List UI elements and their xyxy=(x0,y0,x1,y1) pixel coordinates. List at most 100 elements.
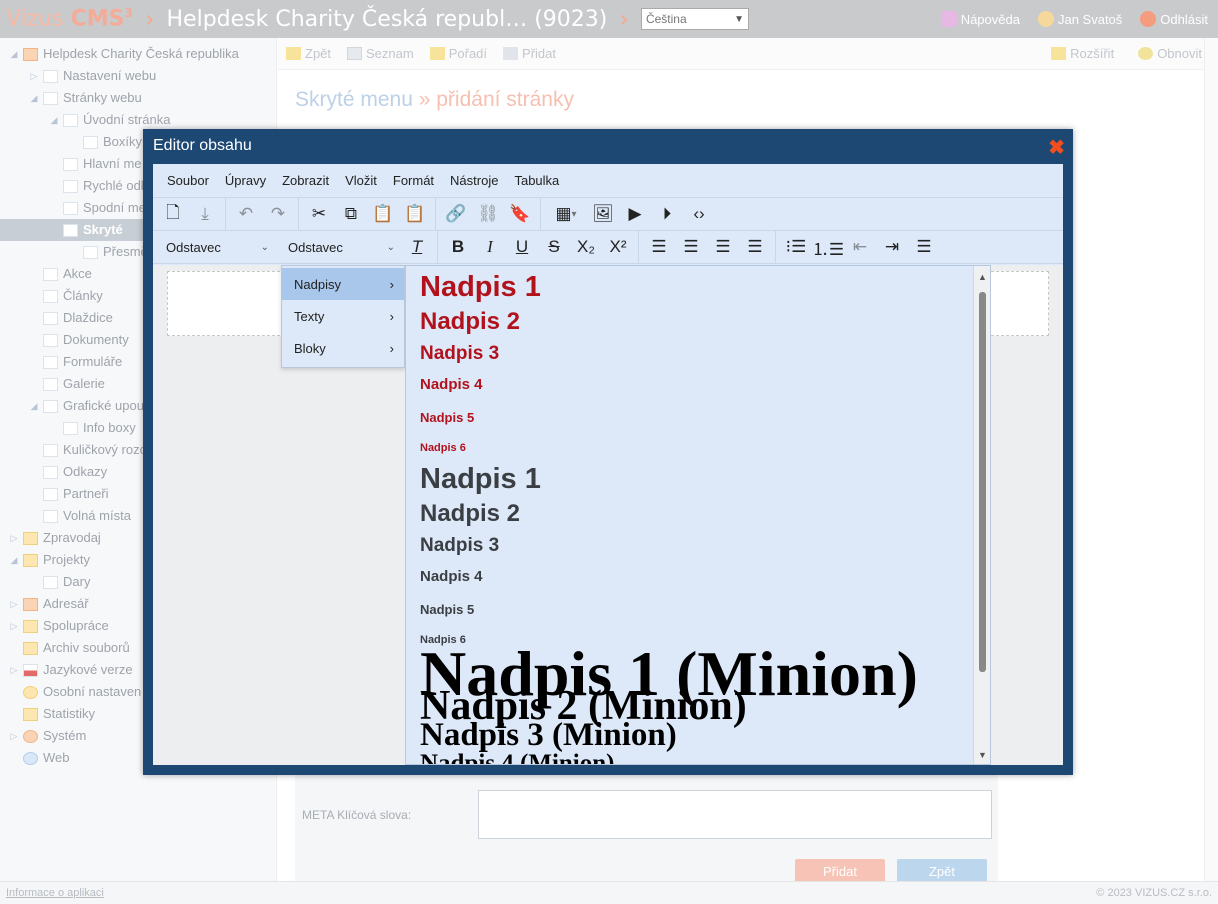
superscript-icon[interactable]: X² xyxy=(602,231,634,264)
bookmark-icon[interactable]: 🔖 xyxy=(504,198,536,231)
tree-item[interactable]: Statistiky xyxy=(8,703,95,725)
collapsed-triangle-icon[interactable]: ▷ xyxy=(8,593,20,615)
tree-item[interactable]: Akce xyxy=(28,263,92,285)
new-document-icon[interactable]: 🗋 xyxy=(157,198,189,231)
subscript-icon[interactable]: X₂ xyxy=(570,231,602,264)
app-info-link[interactable]: Informace o aplikaci xyxy=(6,887,104,899)
expanded-triangle-icon[interactable]: ◢ xyxy=(48,109,60,131)
tree-item[interactable]: ▷ Zpravodaj xyxy=(8,527,101,549)
download-icon[interactable]: ⤓ xyxy=(189,198,221,231)
heading-option[interactable]: Nadpis 4 xyxy=(420,568,483,585)
menu-tools[interactable]: Nástroje xyxy=(442,173,506,188)
meta-keywords-textarea[interactable] xyxy=(478,790,992,839)
tree-item[interactable]: Odkazy xyxy=(28,461,107,483)
heading-option[interactable]: Nadpis 3 xyxy=(420,343,499,365)
video-icon[interactable]: ⏵ xyxy=(651,198,683,231)
scroll-down-icon[interactable]: ▼ xyxy=(978,750,987,760)
cut-icon[interactable]: ✂ xyxy=(303,198,335,231)
tree-item[interactable]: Dokumenty xyxy=(28,329,129,351)
expanded-triangle-icon[interactable]: ◢ xyxy=(28,87,40,109)
heading-option[interactable]: Nadpis 1 xyxy=(420,271,541,304)
tree-item[interactable]: Dlaždice xyxy=(28,307,113,329)
menu-table[interactable]: Tabulka xyxy=(506,173,567,188)
tree-item[interactable]: Články xyxy=(28,285,103,307)
language-select[interactable]: Čeština ▼ xyxy=(640,8,749,30)
back-button[interactable]: Zpět xyxy=(286,46,331,61)
outdent-icon[interactable]: ⇤ xyxy=(844,231,876,264)
tree-item[interactable]: Rychlé odk xyxy=(48,175,147,197)
tree-item[interactable]: ◢ Úvodní stránka xyxy=(48,109,171,131)
media-icon[interactable]: ▶ xyxy=(619,198,651,231)
heading-option[interactable]: Nadpis 6 xyxy=(420,442,466,454)
tree-item[interactable]: Kuličkový rozc xyxy=(28,439,146,461)
help-link[interactable]: Nápověda xyxy=(940,11,1020,27)
menu-file[interactable]: Soubor xyxy=(159,173,217,188)
underline-icon[interactable]: U xyxy=(506,231,538,264)
paste-text-icon[interactable]: 📋 xyxy=(399,198,431,231)
tree-item[interactable]: Partneři xyxy=(28,483,109,505)
page-scrollbar[interactable] xyxy=(1204,38,1218,881)
heading-option[interactable]: Nadpis 2 xyxy=(420,308,520,336)
italic-icon[interactable]: I xyxy=(474,231,506,264)
tree-item[interactable]: ◢ Projekty xyxy=(8,549,90,571)
tree-item[interactable]: ◢ Grafické upou xyxy=(28,395,144,417)
tree-item[interactable]: Archiv souborů xyxy=(8,637,130,659)
tree-item[interactable]: ◢ Stránky webu xyxy=(28,87,142,109)
tree-item[interactable]: Web xyxy=(8,747,70,769)
align-left-icon[interactable]: ☰ xyxy=(643,231,675,264)
tree-item[interactable]: ▷ Adresář xyxy=(8,593,89,615)
copy-icon[interactable]: ⧉ xyxy=(335,198,367,231)
collapsed-triangle-icon[interactable]: ▷ xyxy=(28,65,40,87)
link-icon[interactable]: 🔗 xyxy=(440,198,472,231)
heading-option[interactable]: Nadpis 4 (Minion) xyxy=(420,750,614,764)
tree-item[interactable]: Formuláře xyxy=(28,351,122,373)
paste-icon[interactable]: 📋 xyxy=(367,198,399,231)
tree-item[interactable]: Spodní me xyxy=(48,197,146,219)
clear-formatting-icon[interactable]: T xyxy=(401,231,433,264)
tree-item[interactable]: ▷ Spolupráce xyxy=(8,615,109,637)
tree-item[interactable]: Boxíky xyxy=(68,131,142,153)
tree-item[interactable]: Info boxy xyxy=(48,417,136,439)
expanded-triangle-icon[interactable]: ◢ xyxy=(8,549,20,571)
expand-button[interactable]: Rozšířit xyxy=(1051,46,1114,61)
scroll-thumb[interactable] xyxy=(979,292,986,672)
bullet-list-icon[interactable]: ⁝☰ xyxy=(780,231,812,264)
submenu-scrollbar[interactable]: ▲ ▼ xyxy=(973,266,990,764)
blockquote-icon[interactable]: ☰ xyxy=(908,231,940,264)
style-format-select[interactable]: Odstavec ⌄ xyxy=(275,231,401,264)
tree-item[interactable]: Osobní nastaven xyxy=(8,681,141,703)
user-link[interactable]: Jan Svatoš xyxy=(1037,11,1122,27)
numbered-list-icon[interactable]: ⒈☰ xyxy=(812,231,844,264)
collapsed-triangle-icon[interactable]: ▷ xyxy=(8,615,20,637)
format-menu-blocks[interactable]: Bloky › xyxy=(282,332,404,364)
tree-item[interactable]: ▷ Jazykové verze xyxy=(8,659,133,681)
collapsed-triangle-icon[interactable]: ▷ xyxy=(8,725,20,747)
tree-item[interactable]: Volná místa xyxy=(28,505,131,527)
menu-format[interactable]: Formát xyxy=(385,173,442,188)
image-icon[interactable]: 🖼 xyxy=(587,198,619,231)
tree-item-root[interactable]: ◢ Helpdesk Charity Česká republika xyxy=(8,43,239,65)
indent-icon[interactable]: ⇥ xyxy=(876,231,908,264)
menu-insert[interactable]: Vložit xyxy=(337,173,385,188)
add-button[interactable]: Přidat xyxy=(503,46,556,61)
heading-option[interactable]: Nadpis 5 xyxy=(420,410,474,425)
tree-item[interactable]: Dary xyxy=(28,571,90,593)
heading-option[interactable]: Nadpis 1 xyxy=(420,463,541,496)
align-right-icon[interactable]: ☰ xyxy=(707,231,739,264)
redo-icon[interactable]: ↷ xyxy=(262,198,294,231)
unlink-icon[interactable]: ⛓ xyxy=(472,198,504,231)
menu-view[interactable]: Zobrazit xyxy=(274,173,337,188)
refresh-button[interactable]: Obnovit xyxy=(1138,46,1202,61)
logout-link[interactable]: Odhlásit xyxy=(1140,11,1208,27)
tree-item[interactable]: Galerie xyxy=(28,373,105,395)
list-button[interactable]: Seznam xyxy=(347,46,414,61)
expanded-triangle-icon[interactable]: ◢ xyxy=(8,43,20,65)
close-icon[interactable]: ✖ xyxy=(1048,135,1065,160)
tree-item[interactable]: Hlavní me xyxy=(48,153,142,175)
table-icon[interactable]: ▦ ▾ xyxy=(545,198,587,231)
align-justify-icon[interactable]: ☰ xyxy=(739,231,771,264)
collapsed-triangle-icon[interactable]: ▷ xyxy=(8,659,20,681)
scroll-up-icon[interactable]: ▲ xyxy=(978,272,987,282)
block-format-select[interactable]: Odstavec ⌄ xyxy=(153,231,275,264)
heading-option[interactable]: Nadpis 2 xyxy=(420,500,520,528)
